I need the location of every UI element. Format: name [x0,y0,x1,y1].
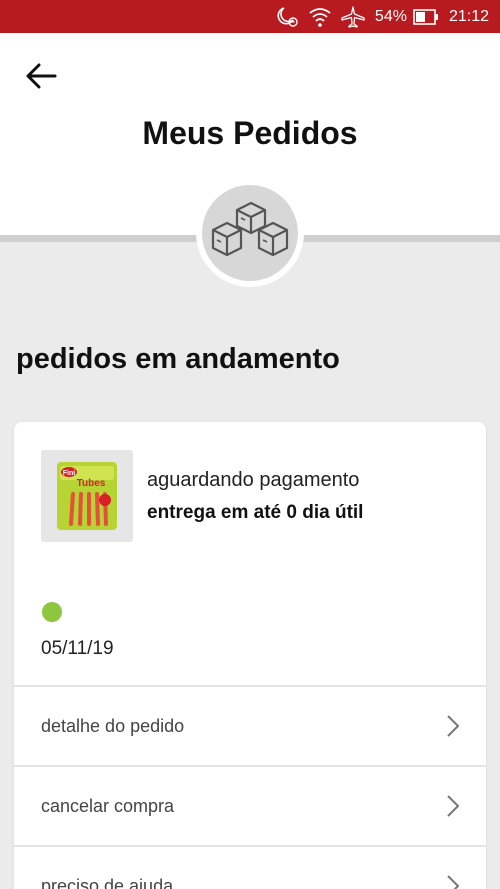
cancel-purchase-label: cancelar compra [41,795,175,816]
airplane-icon [341,5,365,28]
chevron-right-icon [446,874,460,889]
order-card: Fini Tubes aguardando pagamento entrega … [14,422,486,889]
order-detail-row[interactable]: detalhe do pedido [14,685,486,765]
section-title: pedidos em andamento [16,343,340,375]
back-button[interactable] [22,57,60,95]
status-dot [42,602,62,622]
cancel-purchase-row[interactable]: cancelar compra [14,765,486,845]
arrow-left-icon [26,63,57,89]
order-detail-label: detalhe do pedido [41,715,185,736]
chevron-right-icon [446,714,460,738]
moon-alarm-icon [275,6,299,28]
order-status: aguardando pagamento [147,469,360,491]
product-brand: Fini [63,470,75,477]
product-name: Tubes [77,478,106,489]
chevron-right-icon [446,794,460,818]
page-title: Meus Pedidos [142,115,358,151]
need-help-row[interactable]: preciso de ajuda [14,845,486,889]
status-bar: 54% 21:12 [0,0,500,33]
delivery-estimate: entrega em até 0 dia útil [147,502,364,523]
need-help-label: preciso de ajuda [41,875,174,889]
wifi-icon [309,7,331,27]
boxes-icon [202,185,298,281]
battery-percent: 54% [374,7,407,25]
order-date: 05/11/19 [41,638,114,659]
battery-icon [413,8,439,25]
product-thumbnail[interactable]: Fini Tubes [41,450,133,542]
clock: 21:12 [448,7,489,25]
